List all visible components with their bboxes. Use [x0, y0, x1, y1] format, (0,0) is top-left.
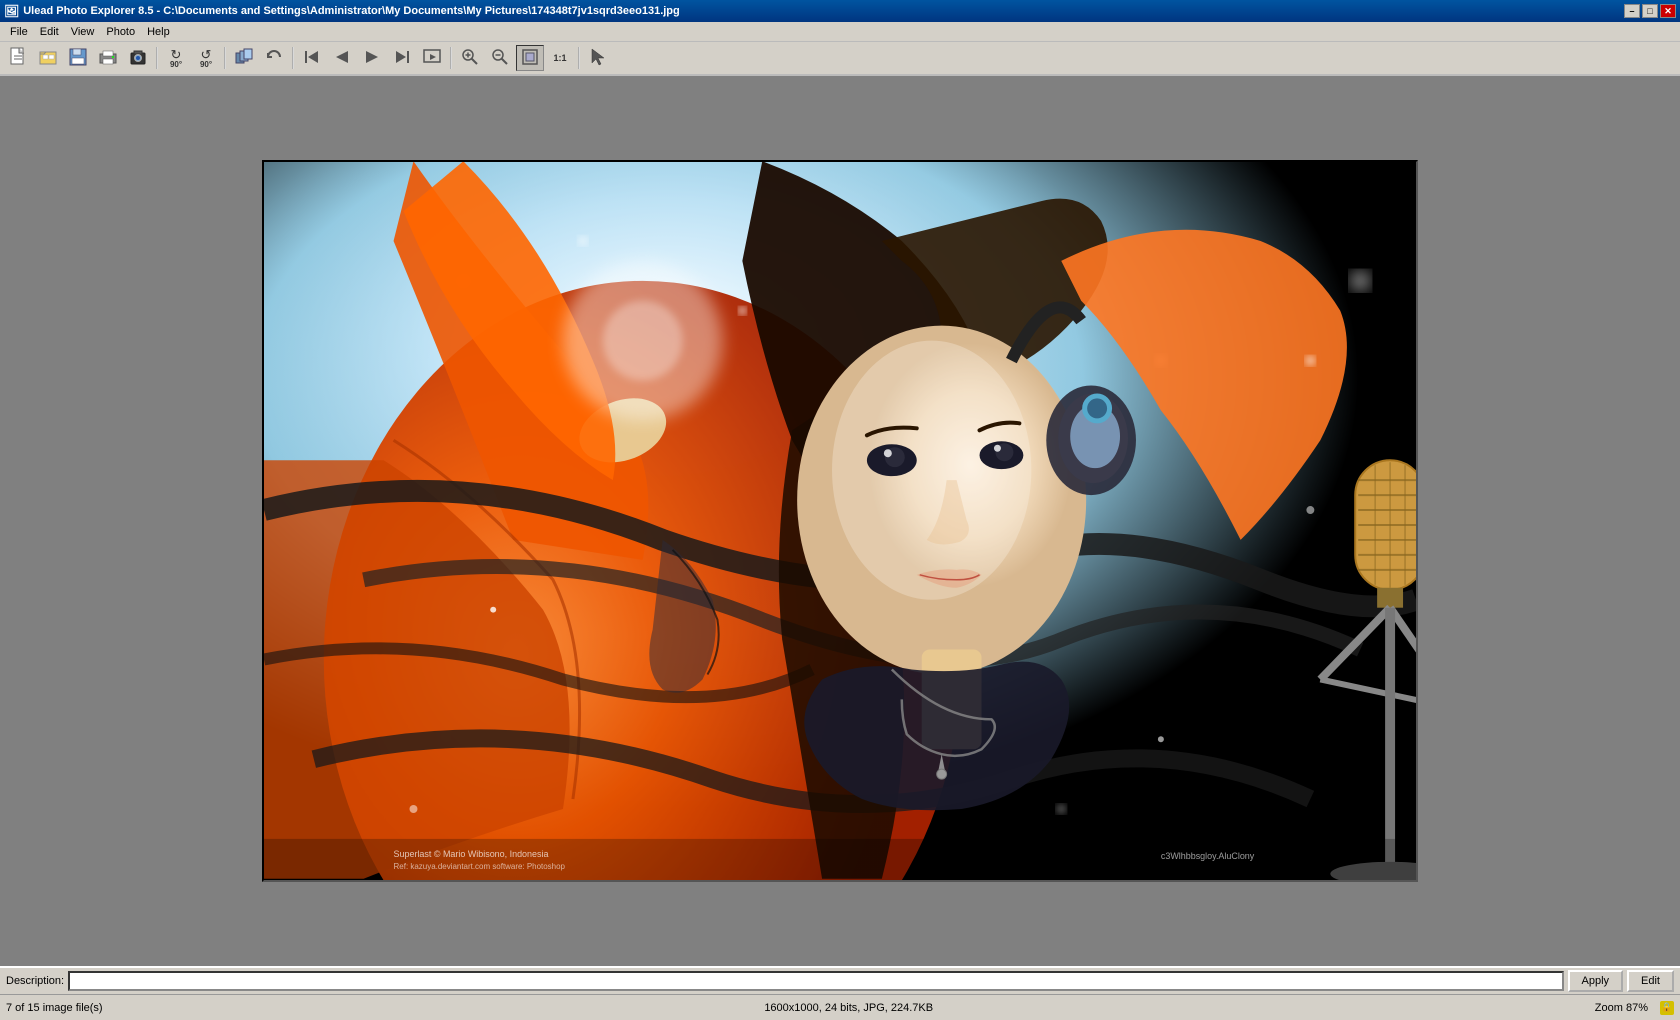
- select-icon: [588, 47, 608, 70]
- rotateccw-icon: ↺ 90°: [200, 48, 212, 69]
- rotatecw-icon: ↻ 90°: [170, 48, 182, 69]
- apply-button[interactable]: Apply: [1568, 970, 1624, 992]
- fit-button[interactable]: [516, 45, 544, 71]
- status-left: 7 of 15 image file(s): [6, 1002, 103, 1014]
- save-icon: [68, 47, 88, 70]
- select-button[interactable]: [584, 45, 612, 71]
- file-count: 7 of 15 image file(s): [6, 1002, 103, 1014]
- separator-5: [578, 47, 580, 69]
- menu-file[interactable]: File: [4, 24, 34, 40]
- status-center: 1600x1000, 24 bits, JPG, 224.7KB: [764, 1002, 933, 1014]
- rotate-cw-button[interactable]: ↻ 90°: [162, 45, 190, 71]
- image-spec: 1600x1000, 24 bits, JPG, 224.7KB: [764, 1002, 933, 1014]
- first-icon: [302, 47, 322, 70]
- menu-help[interactable]: Help: [141, 24, 176, 40]
- new-icon: [8, 47, 28, 70]
- separator-4: [450, 47, 452, 69]
- menu-view[interactable]: View: [65, 24, 101, 40]
- next-button[interactable]: [358, 45, 386, 71]
- status-bar: 7 of 15 image file(s) 1600x1000, 24 bits…: [0, 994, 1680, 1020]
- last-icon: [392, 47, 412, 70]
- artwork-canvas: Superlast © Mario Wibisono, Indonesia Re…: [264, 162, 1416, 880]
- acquire-icon: [128, 47, 148, 70]
- maximize-button[interactable]: □: [1642, 4, 1658, 18]
- artwork-svg: Superlast © Mario Wibisono, Indonesia Re…: [264, 162, 1416, 880]
- acquire-button[interactable]: [124, 45, 152, 71]
- rotate-ccw-button[interactable]: ↺ 90°: [192, 45, 220, 71]
- menu-photo[interactable]: Photo: [100, 24, 141, 40]
- zoom-in-icon: [460, 47, 480, 70]
- undo-button[interactable]: [260, 45, 288, 71]
- minimize-button[interactable]: –: [1624, 4, 1640, 18]
- svg-text:c3Wlhbbsgloy.AluClony: c3Wlhbbsgloy.AluClony: [1161, 851, 1255, 861]
- slideshow-icon: [422, 47, 442, 70]
- svg-text:Superlast © Mario Wibisono, In: Superlast © Mario Wibisono, Indonesia: [394, 849, 549, 859]
- prev-icon: [332, 47, 352, 70]
- edit-button[interactable]: Edit: [1627, 970, 1674, 992]
- batch-icon: [234, 47, 254, 70]
- separator-2: [224, 47, 226, 69]
- status-right: Zoom 87% 🔒: [1595, 1001, 1674, 1015]
- window-controls: – □ ✕: [1624, 4, 1676, 18]
- prev-button[interactable]: [328, 45, 356, 71]
- slideshow-button[interactable]: [418, 45, 446, 71]
- oneone-button[interactable]: 1:1: [546, 45, 574, 71]
- fit-icon: [520, 47, 540, 70]
- lock-icon: 🔒: [1660, 1001, 1674, 1015]
- close-button[interactable]: ✕: [1660, 4, 1676, 18]
- menu-edit[interactable]: Edit: [34, 24, 65, 40]
- description-input[interactable]: [68, 971, 1563, 991]
- title-icon: 🖼: [4, 4, 19, 18]
- description-label: Description:: [6, 975, 64, 987]
- title-bar: 🖼 Ulead Photo Explorer 8.5 - C:\Document…: [0, 0, 1680, 22]
- window-title: Ulead Photo Explorer 8.5 - C:\Documents …: [23, 5, 1624, 17]
- svg-text:Ref: kazuya.deviantart.com so: Ref: kazuya.deviantart.com software: Pho…: [394, 862, 566, 871]
- undo-icon: [264, 47, 284, 70]
- oneone-icon: 1:1: [553, 53, 566, 63]
- description-bar: Description: Apply Edit: [0, 966, 1680, 994]
- next-icon: [362, 47, 382, 70]
- main-area: Superlast © Mario Wibisono, Indonesia Re…: [0, 76, 1680, 966]
- zoom-in-button[interactable]: [456, 45, 484, 71]
- last-button[interactable]: [388, 45, 416, 71]
- menu-bar: File Edit View Photo Help: [0, 22, 1680, 42]
- toolbar: ↻ 90° ↺ 90°: [0, 42, 1680, 76]
- browse-button[interactable]: [34, 45, 62, 71]
- browse-icon: [38, 47, 58, 70]
- zoomout-icon: [490, 47, 510, 70]
- print-icon: [98, 47, 118, 70]
- save-button[interactable]: [64, 45, 92, 71]
- zoom-out-button[interactable]: [486, 45, 514, 71]
- separator-1: [156, 47, 158, 69]
- batch-button[interactable]: [230, 45, 258, 71]
- new-button[interactable]: [4, 45, 32, 71]
- separator-3: [292, 47, 294, 69]
- first-button[interactable]: [298, 45, 326, 71]
- zoom-level: Zoom 87%: [1595, 1002, 1648, 1014]
- image-display: Superlast © Mario Wibisono, Indonesia Re…: [262, 160, 1418, 882]
- print-button[interactable]: [94, 45, 122, 71]
